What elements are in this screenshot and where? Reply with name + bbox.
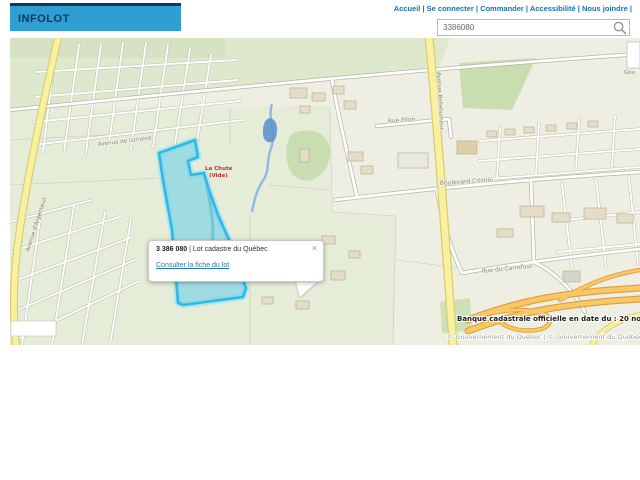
cadastre-status-line: Banque cadastrale officielle en date du … <box>457 315 640 323</box>
map-viewport[interactable]: Rue Pilon Boulevard Cristini Rue du Carr… <box>10 38 640 345</box>
red-annotation-line1: La Chute <box>205 166 233 172</box>
lot-sheet-link[interactable]: Consulter la fiche du lot <box>156 262 229 269</box>
lot-title-text: Lot cadastre du Québec <box>193 246 268 253</box>
lot-number: 3 386 080 <box>156 246 187 253</box>
scale-widget <box>11 321 56 336</box>
nav-link-accessibilit-[interactable]: Accessibilité <box>530 4 576 13</box>
search-box <box>437 19 630 36</box>
infolot-page: INFOLOT Accueil | Se connecter | Command… <box>0 0 640 480</box>
map-copyright: © Gouvernement du Québec | © Gouvernemen… <box>447 333 640 341</box>
search-input[interactable] <box>438 20 608 35</box>
red-annotation-line2: (Vide) <box>209 173 228 179</box>
top-nav: Accueil | Se connecter | Commander | Acc… <box>394 4 632 13</box>
nav-separator: | <box>628 4 632 13</box>
lot-popup-title: 3 386 080 | Lot cadastre du Québec <box>156 246 316 253</box>
search-icon[interactable] <box>613 21 627 35</box>
map-canvas: Rue Pilon Boulevard Cristini Rue du Carr… <box>10 38 640 345</box>
popup-close-icon[interactable]: × <box>312 244 317 253</box>
nav-link-accueil[interactable]: Accueil <box>394 4 421 13</box>
lot-title-separator: | <box>189 246 191 253</box>
lot-popup: 3 386 080 | Lot cadastre du Québec × Con… <box>148 240 324 282</box>
nav-link-nous-joindre[interactable]: Nous joindre <box>582 4 628 13</box>
nav-link-se-connecter[interactable]: Se connecter <box>427 4 474 13</box>
popup-tail <box>296 282 317 297</box>
brand-title: INFOLOT <box>10 13 70 25</box>
corner-widget-label: Gou <box>624 70 635 76</box>
corner-widget <box>627 42 640 68</box>
nav-link-commander[interactable]: Commander <box>480 4 524 13</box>
brand-logo[interactable]: INFOLOT <box>10 3 181 31</box>
